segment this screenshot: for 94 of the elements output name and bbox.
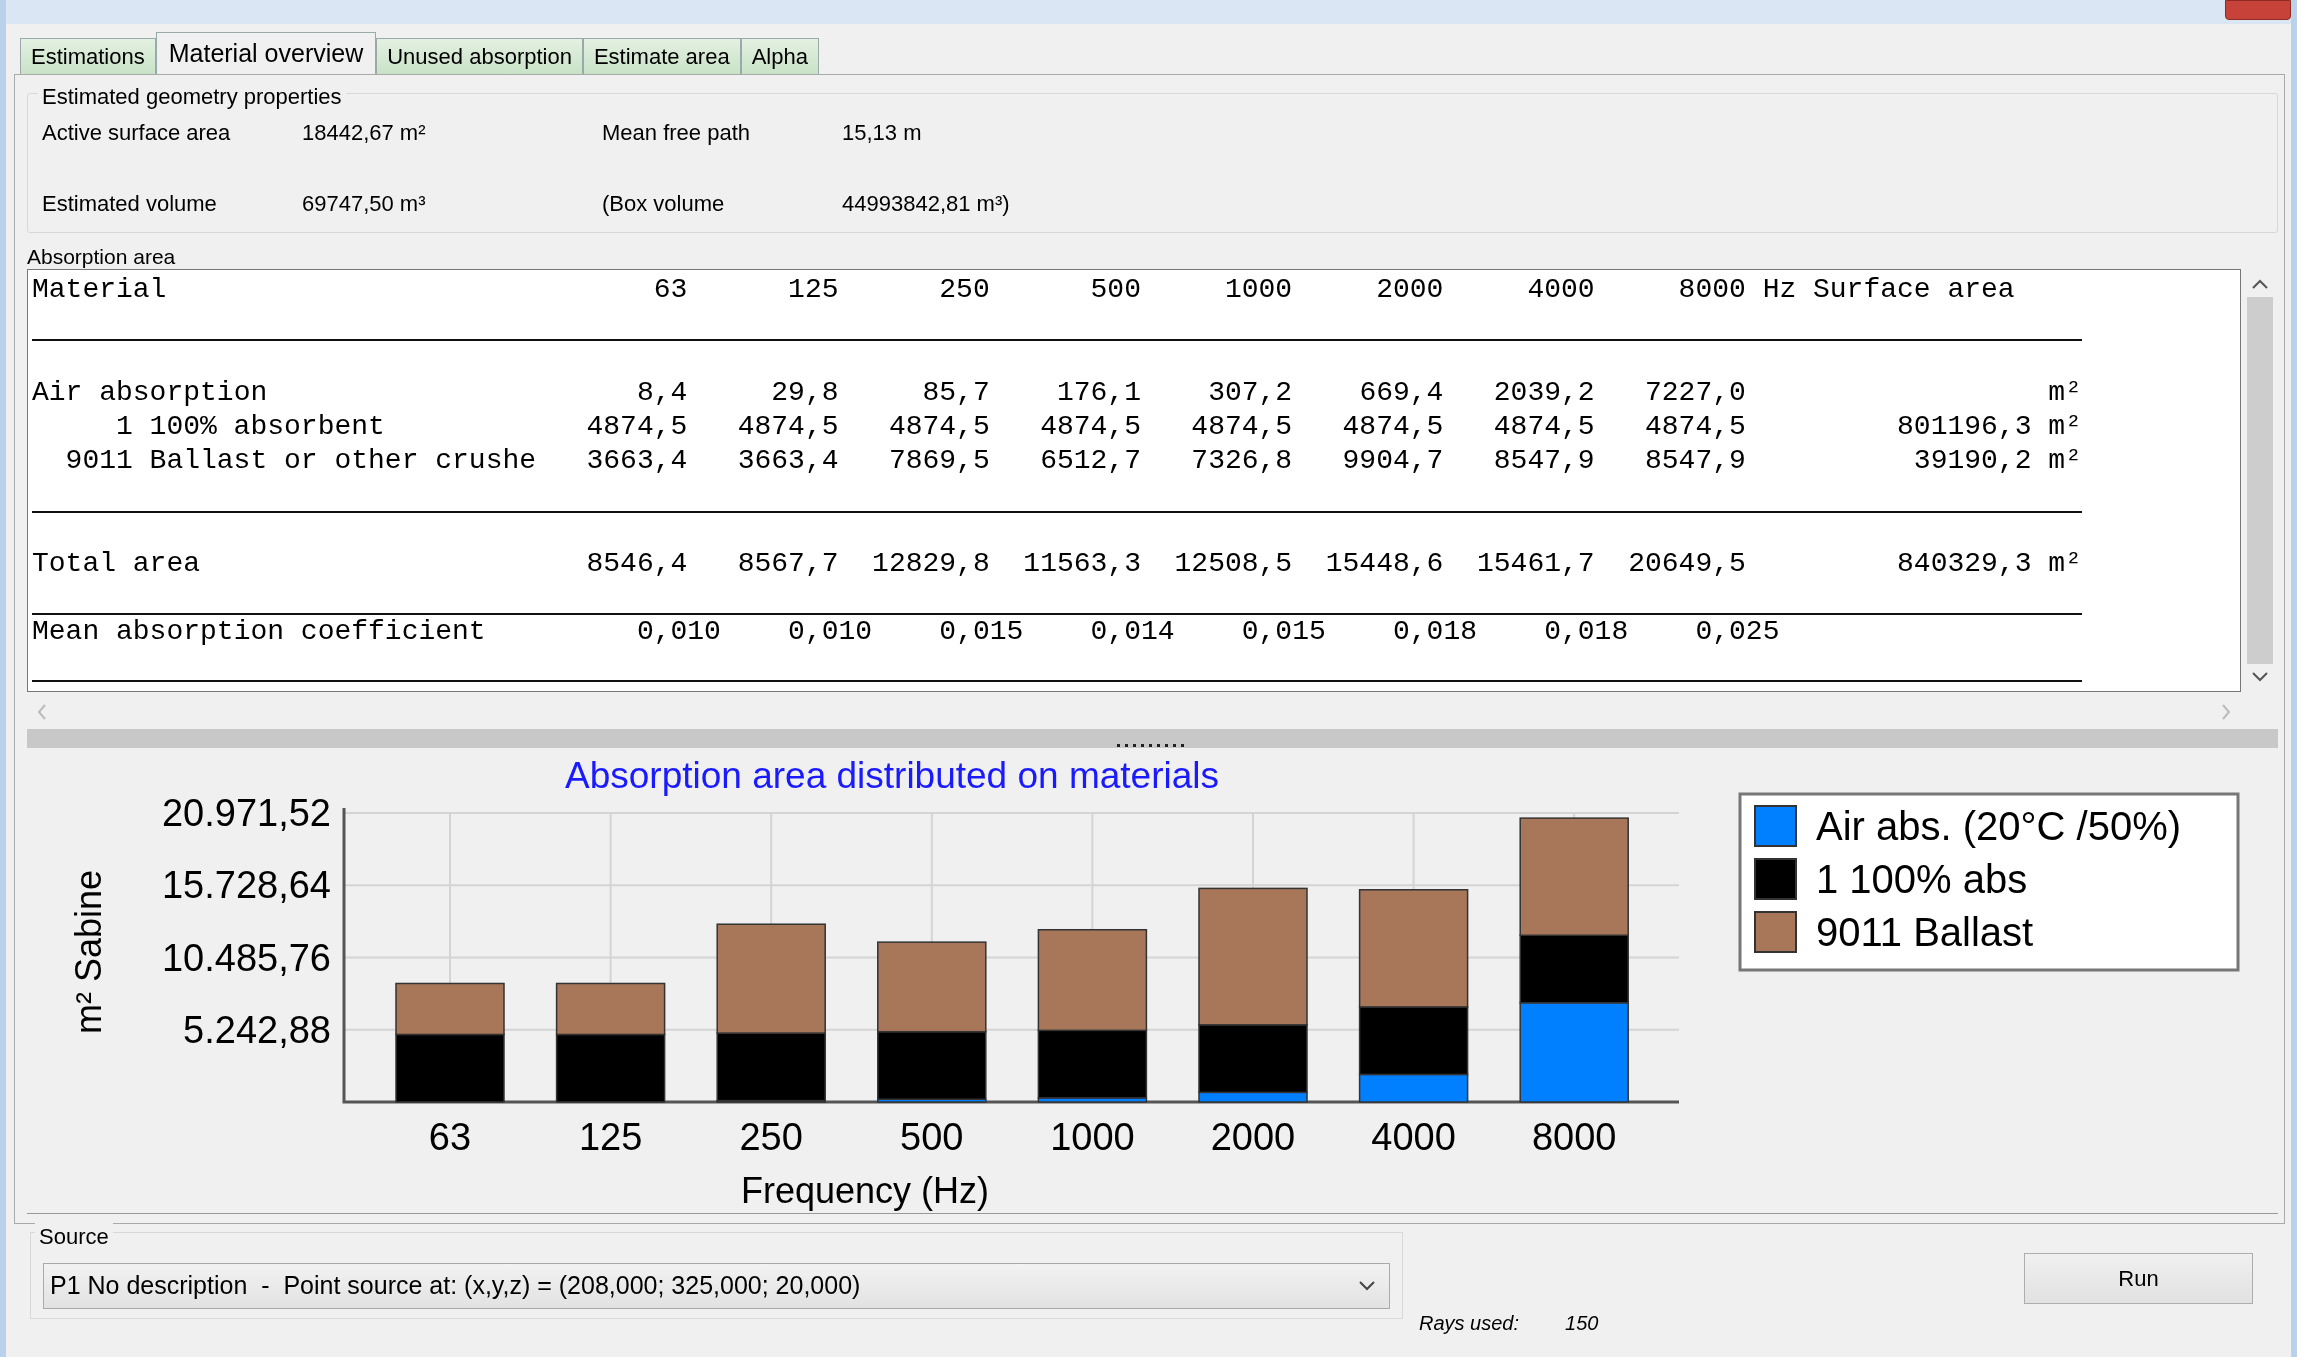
field-value: 15,13 m — [842, 119, 923, 147]
row-label: Total area — [32, 547, 202, 581]
table-cell-text: 15448,6 — [1324, 547, 1444, 581]
unit-label: m² — [2047, 547, 2082, 581]
material-number: 1 — [115, 410, 133, 444]
column-header: Surface area — [1812, 273, 2015, 307]
table-cell-text: 0,010 — [635, 615, 721, 649]
axis-tick-label: 15.728,64 — [161, 864, 331, 907]
table-cell-text: 6512,7 — [1039, 444, 1141, 478]
column-header: 63 — [652, 273, 688, 307]
column-header: 250 — [938, 273, 990, 307]
field-label: (Box volume — [602, 190, 726, 218]
axis-tick-label: 125 — [578, 1116, 643, 1158]
table-cell-text: 85,7 — [921, 376, 990, 410]
column-header: Material — [32, 273, 168, 307]
surface-value: 801196,3 — [1896, 410, 2032, 444]
table-cell-text: 4874,5 — [887, 410, 990, 444]
axis-tick-label: 5.242,88 — [183, 1008, 331, 1051]
table-cell-text: 0,015 — [1240, 615, 1326, 649]
table-cell-text: 669,4 — [1358, 376, 1444, 410]
table-cell-text: 4874,5 — [1039, 410, 1141, 444]
table-cell-text: 7326,8 — [1190, 444, 1293, 478]
axis-tick-label: 8000 — [1531, 1116, 1617, 1158]
axis-tick-label: 2000 — [1210, 1116, 1296, 1158]
axis-tick-label: 4000 — [1371, 1116, 1456, 1158]
row-label: Air absorption — [32, 376, 269, 410]
table-cell-text: 176,1 — [1055, 376, 1141, 410]
axis-tick-label: 500 — [900, 1116, 964, 1158]
field-value: 18442,67 m² — [302, 119, 427, 147]
field-label: Estimated volume — [42, 190, 218, 218]
table-cell-text: 3663,4 — [585, 444, 688, 478]
table-cell-text: 9904,7 — [1341, 444, 1444, 478]
table-cell-text: 0,010 — [787, 615, 873, 649]
legend-label: 1 100% abs — [1816, 857, 2028, 901]
column-header: 2000 — [1375, 273, 1444, 307]
unit-label: m² — [2047, 444, 2082, 478]
chart-title: Absorption area distributed on materials — [565, 755, 1219, 796]
table-cell-text: 7869,5 — [887, 444, 990, 478]
column-header: 8000 — [1677, 273, 1746, 307]
column-header: 4000 — [1526, 273, 1595, 307]
table-cell-text: 8547,9 — [1492, 444, 1595, 478]
table-cell-text: 8546,4 — [585, 547, 688, 581]
table-cell-text: 12829,8 — [871, 547, 990, 581]
table-cell-text: 3663,4 — [736, 444, 839, 478]
column-header: 125 — [787, 273, 839, 307]
axis-title: m² Sabine — [68, 869, 109, 1035]
field-label: Active surface area — [42, 119, 232, 147]
table-cell-text: 0,025 — [1694, 615, 1780, 649]
column-header: 500 — [1089, 273, 1141, 307]
legend-label: 9011 Ballast — [1816, 910, 2034, 954]
unit-label: m² — [2047, 410, 2082, 444]
axis-tick-label: 1000 — [1050, 1116, 1135, 1158]
table-cell-text: 4874,5 — [1341, 410, 1444, 444]
table-cell-text: 4874,5 — [736, 410, 839, 444]
axis-tick-label: 250 — [739, 1116, 803, 1158]
axis-tick-label: 10.485,76 — [161, 936, 331, 979]
table-cell-text: 20649,5 — [1627, 547, 1746, 581]
table-cell-text: 7227,0 — [1644, 376, 1746, 410]
table-cell-text: 8567,7 — [736, 547, 839, 581]
table-cell-text: 12508,5 — [1173, 547, 1293, 581]
field-label: Mean free path — [602, 119, 751, 147]
table-cell-text: 0,015 — [938, 615, 1024, 649]
material-name: Ballast or other crushe — [148, 444, 537, 478]
material-name: 100% absorbent — [148, 410, 386, 444]
row-label: Mean absorption coefficient — [32, 615, 487, 649]
surface-value: 840329,3 — [1896, 547, 2032, 581]
section-title: Absorption area — [27, 245, 177, 269]
axis-title: Frequency (Hz) — [740, 1170, 990, 1211]
unit-label: m² — [2047, 376, 2082, 410]
axis-tick-label: 63 — [428, 1116, 472, 1158]
legend-label: Air abs. (20°C /50%) — [1816, 804, 2182, 848]
table-cell-text: 4874,5 — [1492, 410, 1595, 444]
table-cell-text: 11563,3 — [1022, 547, 1141, 581]
column-header: Hz — [1761, 273, 1797, 307]
table-cell-text: 8,4 — [635, 376, 688, 410]
rays-label: Rays used: — [1419, 1311, 1520, 1336]
table-cell-text: 4874,5 — [585, 410, 688, 444]
rays-value: 150 — [1565, 1311, 1599, 1336]
field-value: 69747,50 m³ — [302, 190, 427, 218]
table-cell-text: 4874,5 — [1644, 410, 1746, 444]
material-number: 9011 — [64, 444, 133, 478]
axis-tick-label: 20.971,52 — [161, 792, 331, 834]
table-cell-text: 0,014 — [1089, 615, 1175, 649]
table-cell-text: 2039,2 — [1492, 376, 1595, 410]
table-cell-text: 15461,7 — [1476, 547, 1595, 581]
table-cell-text: 307,2 — [1207, 376, 1293, 410]
table-cell-text: 4874,5 — [1190, 410, 1293, 444]
table-cell-text: 8547,9 — [1644, 444, 1746, 478]
column-header: 1000 — [1223, 273, 1293, 307]
field-value: 44993842,81 m³) — [842, 190, 1011, 218]
table-cell-text: 0,018 — [1543, 615, 1629, 649]
table-cell-text: 0,018 — [1392, 615, 1477, 649]
table-cell-text: 29,8 — [770, 376, 839, 410]
surface-value: 39190,2 — [1912, 444, 2032, 478]
